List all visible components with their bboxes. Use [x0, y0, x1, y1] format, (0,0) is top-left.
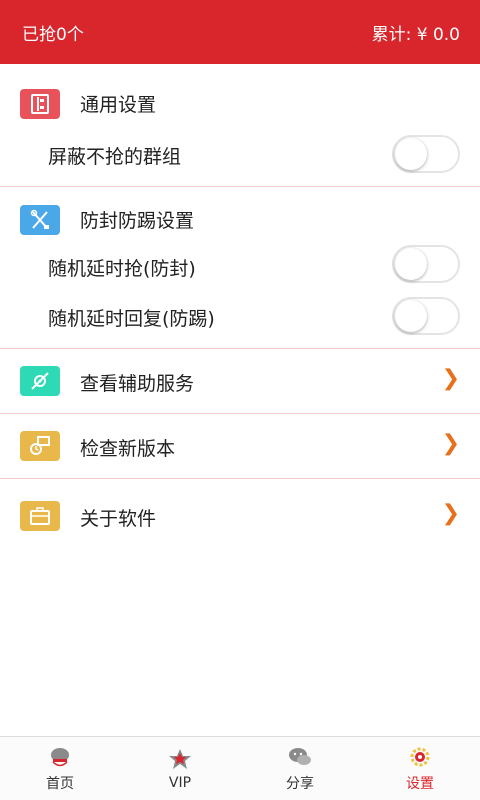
divider — [0, 478, 480, 479]
block-groups-label: 屏蔽不抢的群组 — [48, 146, 182, 168]
row-accessibility[interactable]: 查看辅助服务 ❯ — [0, 349, 480, 413]
about-title: 关于软件 — [80, 508, 157, 530]
settings-icon — [410, 747, 430, 766]
tab-share[interactable]: 分享 — [240, 737, 360, 800]
row-block-groups[interactable]: 屏蔽不抢的群组 — [0, 132, 480, 176]
vip-icon — [169, 748, 191, 769]
check-update-title: 检查新版本 — [80, 438, 176, 460]
home-icon — [51, 747, 69, 766]
row-about[interactable]: 关于软件 ❯ — [0, 484, 480, 548]
tools-icon — [20, 205, 60, 235]
toggle-knob — [395, 138, 427, 170]
top-bar: 已抢0个 累计: ¥ 0.0 — [0, 0, 480, 64]
toggle-knob — [395, 248, 427, 280]
tab-share-label: 分享 — [286, 775, 314, 792]
tab-vip[interactable]: VIP — [120, 737, 240, 800]
section-anti-title: 防封防踢设置 — [80, 210, 195, 232]
chevron-right-icon: ❯ — [441, 366, 460, 391]
bottom-tab-bar: 首页 VIP 分享 设置 — [0, 736, 480, 800]
tab-vip-label: VIP — [168, 774, 192, 791]
toggle-knob — [395, 300, 427, 332]
random-delay-grab-toggle[interactable] — [392, 245, 460, 283]
row-check-update[interactable]: 检查新版本 ❯ — [0, 414, 480, 478]
chevron-right-icon: ❯ — [441, 431, 460, 456]
section-general-title: 通用设置 — [80, 94, 157, 116]
tab-home[interactable]: 首页 — [0, 737, 120, 800]
chevron-right-icon: ❯ — [441, 501, 460, 526]
share-icon — [289, 747, 311, 765]
random-delay-grab-label: 随机延时抢(防封) — [48, 258, 196, 280]
random-delay-reply-label: 随机延时回复(防踢) — [48, 308, 215, 330]
row-random-delay-grab[interactable]: 随机延时抢(防封) — [0, 244, 480, 288]
tab-settings-label: 设置 — [406, 775, 434, 792]
accessibility-title: 查看辅助服务 — [80, 373, 195, 395]
block-groups-toggle[interactable] — [392, 135, 460, 173]
grabbed-count: 已抢0个 — [22, 24, 84, 45]
total-amount: 累计: ¥ 0.0 — [371, 24, 460, 45]
section-general: 通用设置 — [0, 86, 480, 122]
random-delay-reply-toggle[interactable] — [392, 297, 460, 335]
briefcase-icon — [20, 501, 60, 531]
service-icon — [20, 366, 60, 396]
tab-settings[interactable]: 设置 — [360, 737, 480, 800]
tab-home-label: 首页 — [46, 775, 74, 792]
divider — [0, 186, 480, 187]
section-anti: 防封防踢设置 — [0, 202, 480, 238]
row-random-delay-reply[interactable]: 随机延时回复(防踢) — [0, 294, 480, 338]
update-icon — [20, 431, 60, 461]
sliders-icon — [20, 89, 60, 119]
